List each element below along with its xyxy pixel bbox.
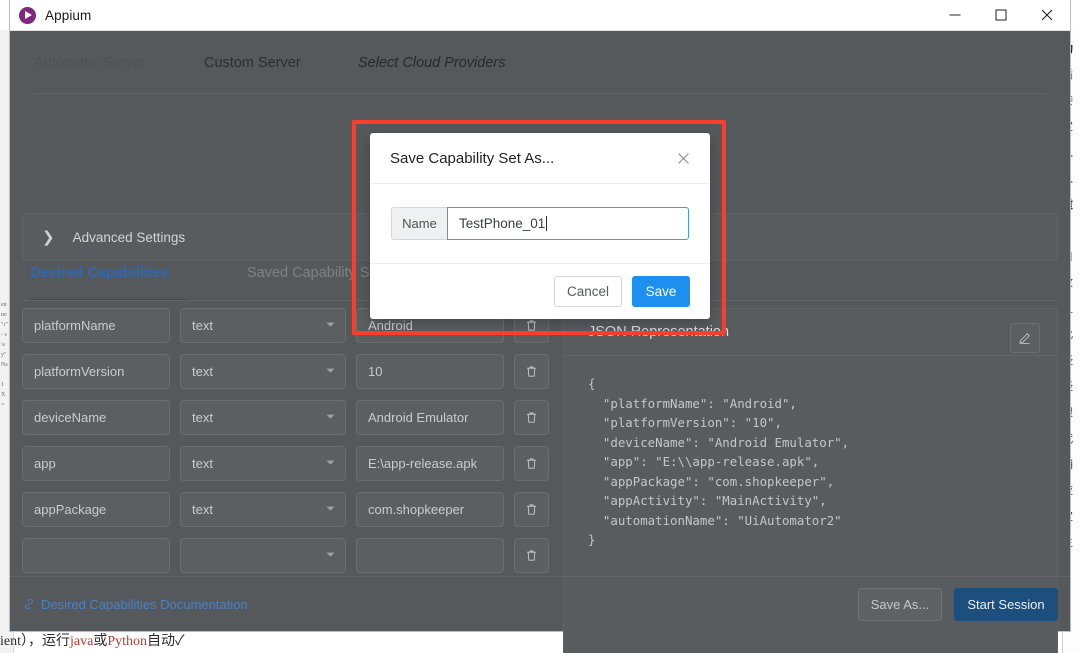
- server-tab-bar: Automatic Server Custom Server Select Cl…: [10, 31, 1070, 94]
- capability-name-input[interactable]: platformName: [22, 308, 170, 343]
- pencil-icon[interactable]: [1010, 323, 1040, 353]
- close-icon[interactable]: [1024, 0, 1070, 31]
- dialog-header: Save Capability Set As...: [370, 133, 710, 184]
- minimize-icon[interactable]: [932, 0, 978, 31]
- capability-row: platformVersion text ⏷ 10: [22, 354, 551, 389]
- chevron-down-icon: ⏷: [326, 503, 335, 515]
- capability-row-partial: ⏷: [22, 538, 551, 573]
- capability-name-input[interactable]: platformVersion: [22, 354, 170, 389]
- capability-name-input[interactable]: deviceName: [22, 400, 170, 435]
- maximize-icon[interactable]: [978, 0, 1024, 31]
- name-input[interactable]: TestPhone_01: [447, 207, 689, 240]
- trash-icon[interactable]: [514, 400, 549, 435]
- start-session-button[interactable]: Start Session: [954, 587, 1058, 621]
- screen: enne"r"- s\sy"Ns1X= 助插接定入入重rh自收且此经经限代销应定…: [0, 0, 1080, 653]
- chevron-right-icon: ❯: [42, 228, 55, 246]
- save-button[interactable]: Save: [632, 276, 690, 307]
- tab-custom-server[interactable]: Custom Server: [204, 55, 301, 71]
- capability-value-input[interactable]: 10: [356, 354, 504, 389]
- cancel-button[interactable]: Cancel: [554, 276, 622, 307]
- capability-row: appPackage text ⏷ com.shopkeeper: [22, 492, 551, 527]
- name-input-value: TestPhone_01: [459, 216, 546, 231]
- trash-icon[interactable]: [514, 492, 549, 527]
- dialog-body: Name TestPhone_01: [370, 184, 710, 264]
- capability-name-input[interactable]: appPackage: [22, 492, 170, 527]
- footer-buttons: Save As... Start Session: [858, 587, 1058, 621]
- capability-type-value: text: [192, 502, 213, 517]
- json-content: { "platformName": "Android", "platformVe…: [588, 376, 850, 547]
- advanced-settings-label: Advanced Settings: [72, 229, 186, 245]
- capability-type-value: text: [192, 410, 213, 425]
- documentation-link-label: Desired Capabilities Documentation: [41, 596, 248, 612]
- title-bar-left: Appium: [10, 6, 932, 24]
- capability-value-input[interactable]: E:\app-release.apk: [356, 446, 504, 481]
- capability-row: app text ⏷ E:\app-release.apk: [22, 446, 551, 481]
- appium-logo-icon: [19, 6, 36, 24]
- tab-desired-capabilities[interactable]: Desired Capabilities: [30, 265, 169, 281]
- desired-capabilities-documentation-link[interactable]: Desired Capabilities Documentation: [23, 597, 248, 612]
- capability-type-value: text: [192, 456, 213, 471]
- capability-type-select[interactable]: ⏷: [180, 538, 346, 573]
- tab-select-cloud-providers[interactable]: Select Cloud Providers: [358, 55, 506, 71]
- capability-row: deviceName text ⏷ Android Emulator: [22, 400, 551, 435]
- capability-name-input[interactable]: app: [22, 446, 170, 481]
- chevron-down-icon: ⏷: [326, 549, 335, 561]
- window-controls: [932, 0, 1070, 31]
- window-title: Appium: [45, 7, 92, 23]
- chevron-down-icon: ⏷: [326, 319, 335, 331]
- link-icon: [23, 598, 35, 610]
- capability-type-select[interactable]: text ⏷: [180, 308, 346, 343]
- dialog-footer: Cancel Save: [370, 264, 710, 319]
- capability-value-input[interactable]: com.shopkeeper: [356, 492, 504, 527]
- app-footer: Desired Capabilities Documentation Save …: [10, 576, 1070, 631]
- trash-icon[interactable]: [514, 538, 549, 573]
- name-field-label: Name: [391, 207, 447, 240]
- capability-name-input[interactable]: [22, 538, 170, 573]
- capability-type-value: text: [192, 318, 213, 333]
- chevron-down-icon: ⏷: [326, 411, 335, 423]
- trash-icon[interactable]: [514, 446, 549, 481]
- name-field-group: Name TestPhone_01: [391, 207, 689, 240]
- capability-type-value: text: [192, 364, 213, 379]
- dialog-title: Save Capability Set As...: [390, 149, 555, 167]
- tab-automatic-server[interactable]: Automatic Server: [34, 55, 145, 71]
- capability-type-select[interactable]: text ⏷: [180, 354, 346, 389]
- chevron-down-icon: ⏷: [326, 457, 335, 469]
- chevron-down-icon: ⏷: [326, 365, 335, 377]
- save-capability-set-dialog: Save Capability Set As... Name TestPhone…: [370, 133, 710, 319]
- capability-value-input[interactable]: [356, 538, 504, 573]
- capability-type-select[interactable]: text ⏷: [180, 446, 346, 481]
- capability-type-select[interactable]: text ⏷: [180, 400, 346, 435]
- save-as-button[interactable]: Save As...: [858, 587, 942, 621]
- trash-icon[interactable]: [514, 354, 549, 389]
- title-bar: Appium: [10, 0, 1070, 31]
- capability-type-select[interactable]: text ⏷: [180, 492, 346, 527]
- close-icon[interactable]: [672, 147, 694, 169]
- capability-value-input[interactable]: Android Emulator: [356, 400, 504, 435]
- text-cursor: [546, 216, 548, 231]
